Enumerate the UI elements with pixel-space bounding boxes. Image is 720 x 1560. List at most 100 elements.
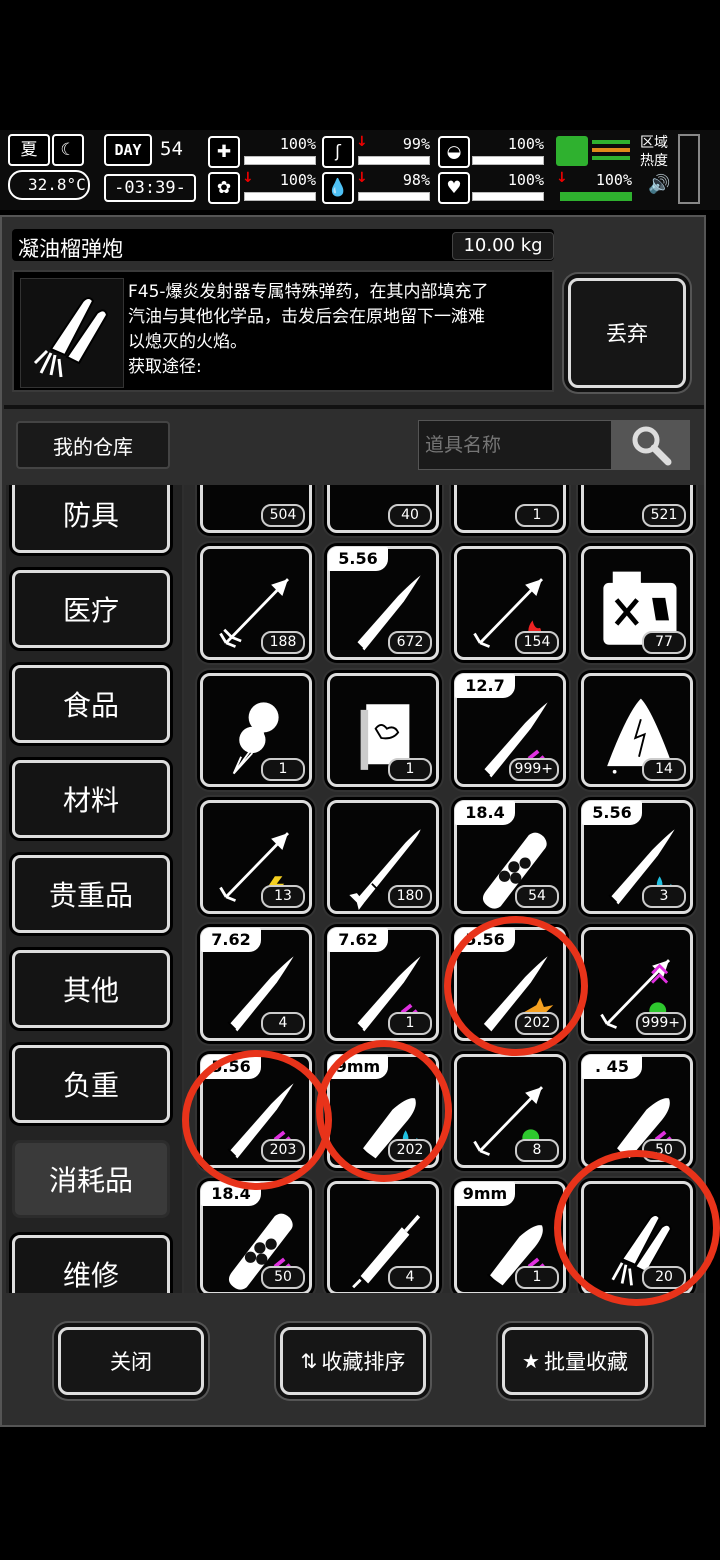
item-count-badge: 154 xyxy=(515,631,559,654)
item-count-badge: 13 xyxy=(261,885,305,908)
caliber-label: 18.4 xyxy=(201,1182,261,1206)
item-count-badge: 672 xyxy=(388,631,432,654)
inventory-slot[interactable]: 180 xyxy=(327,800,439,914)
item-count-badge: 8 xyxy=(515,1139,559,1162)
inventory-slot[interactable]: 77 xyxy=(581,546,693,660)
inventory-slot[interactable]: 8 xyxy=(454,1054,566,1168)
search-input[interactable] xyxy=(418,420,612,470)
caliber-label: . 45 xyxy=(582,1055,642,1079)
brain-bar xyxy=(244,192,316,201)
inventory-slot[interactable]: 1 xyxy=(454,485,566,533)
description-line: 以熄灭的火焰。 xyxy=(128,332,247,352)
caliber-label: 5.56 xyxy=(455,928,515,952)
inventory-slot[interactable]: 999+ xyxy=(581,927,693,1041)
category-tab[interactable]: 其他 xyxy=(12,950,170,1028)
inventory-slot[interactable]: 12.7 999+ xyxy=(454,673,566,787)
moon-icon: ☾ xyxy=(52,134,84,166)
category-tab[interactable]: 防具 xyxy=(12,485,170,553)
caliber-label: 7.62 xyxy=(201,928,261,952)
panel-divider xyxy=(4,405,704,409)
search-icon xyxy=(632,426,672,466)
grenade-rocket-icon xyxy=(33,297,109,378)
season-icon: 夏 xyxy=(8,134,50,166)
item-weight: 10.00 kg xyxy=(452,232,554,260)
item-count-badge: 999+ xyxy=(508,758,559,781)
item-count-badge: 50 xyxy=(261,1266,305,1289)
inventory-slot[interactable]: 7.62 1 xyxy=(327,927,439,1041)
item-grid[interactable]: 504 40 1 521 188 5.56 672 154 77 1 1 12.7 999+ 14 13 18… xyxy=(184,485,704,1293)
search-button[interactable] xyxy=(612,420,690,470)
inventory-slot[interactable]: 40 xyxy=(327,485,439,533)
inventory-slot[interactable]: 188 xyxy=(200,546,312,660)
inventory-slot[interactable]: 5.56 672 xyxy=(327,546,439,660)
my-warehouse-tab[interactable]: 我的仓库 xyxy=(16,421,170,469)
temperature-value: 32.8°C xyxy=(28,175,86,194)
water-bar xyxy=(358,192,430,201)
inventory-slot[interactable]: 20 xyxy=(581,1181,693,1293)
zone-heat-label: 区域 热度 xyxy=(640,135,668,169)
item-count-badge: 999+ xyxy=(635,1012,686,1035)
inventory-slot[interactable]: 504 xyxy=(200,485,312,533)
inventory-slot[interactable]: 9mm 1 xyxy=(454,1181,566,1293)
day-label: DAY xyxy=(104,134,152,166)
category-tab[interactable]: 材料 xyxy=(12,760,170,838)
heart-icon: ♥ xyxy=(438,172,470,204)
inventory-slot[interactable]: 18.4 54 xyxy=(454,800,566,914)
stamina-line-2 xyxy=(592,148,630,152)
game-clock: -03:39- xyxy=(104,174,196,202)
armor-value: 100% xyxy=(507,135,544,153)
category-list[interactable]: 防具医疗食品材料贵重品其他负重消耗品维修 xyxy=(6,485,182,1293)
close-button[interactable]: 关闭 xyxy=(58,1327,204,1395)
batch-favorite-label: 批量收藏 xyxy=(543,1350,628,1374)
inventory-slot[interactable]: 14 xyxy=(581,673,693,787)
inventory-slot[interactable]: . 45 50 xyxy=(581,1054,693,1168)
water-drop-icon: 💧 xyxy=(322,172,354,204)
inventory-slot[interactable]: 5.56 3 xyxy=(581,800,693,914)
item-count-badge: 180 xyxy=(388,885,432,908)
caliber-label: 18.4 xyxy=(455,801,515,825)
star-icon: ★ xyxy=(522,1349,540,1373)
inventory-slot[interactable]: 5.56 203 xyxy=(200,1054,312,1168)
inventory-slot[interactable]: 9mm 202 xyxy=(327,1054,439,1168)
category-tab[interactable]: 食品 xyxy=(12,665,170,743)
category-tab[interactable]: 维修 xyxy=(12,1235,170,1293)
discard-button[interactable]: 丢弃 xyxy=(568,278,686,388)
item-count-badge: 203 xyxy=(261,1139,305,1162)
item-name: 凝油榴弹炮 xyxy=(18,237,123,261)
batch-favorite-button[interactable]: ★ 批量收藏 xyxy=(502,1327,648,1395)
inventory-slot[interactable]: 7.62 4 xyxy=(200,927,312,1041)
caliber-label: 9mm xyxy=(455,1182,515,1206)
inventory-slot[interactable]: 18.4 50 xyxy=(200,1181,312,1293)
item-count-badge: 202 xyxy=(388,1139,432,1162)
category-tab[interactable]: 负重 xyxy=(12,1045,170,1123)
inventory-slot[interactable]: 521 xyxy=(581,485,693,533)
inventory-slot[interactable]: 13 xyxy=(200,800,312,914)
category-tab[interactable]: 贵重品 xyxy=(12,855,170,933)
description-line: 获取途径: xyxy=(128,357,202,377)
item-count-badge: 1 xyxy=(388,1012,432,1035)
inventory-slot[interactable]: 5.56 202 xyxy=(454,927,566,1041)
item-count-badge: 77 xyxy=(642,631,686,654)
sort-favorites-button[interactable]: ⇅ 收藏排序 xyxy=(280,1327,426,1395)
inventory-slot[interactable]: 1 xyxy=(200,673,312,787)
item-count-badge: 20 xyxy=(642,1266,686,1289)
medkit-icon: ✚ xyxy=(208,136,240,168)
category-tab[interactable]: 医疗 xyxy=(12,570,170,648)
inventory-slot[interactable]: 1 xyxy=(327,673,439,787)
heart-value: 100% xyxy=(507,171,544,189)
speaker-icon[interactable]: 🔊 xyxy=(648,174,670,195)
brain-value: 100% xyxy=(279,171,316,189)
inventory-slot[interactable]: 4 xyxy=(327,1181,439,1293)
item-count-badge: 40 xyxy=(388,504,432,527)
season-label: 夏 xyxy=(20,139,38,160)
temperature-gauge: 32.8°C xyxy=(8,170,90,200)
category-tab[interactable]: 消耗品 xyxy=(12,1140,170,1218)
water-value: 98% xyxy=(402,171,430,189)
inventory-slot[interactable]: 154 xyxy=(454,546,566,660)
item-count-badge: 202 xyxy=(515,1012,559,1035)
stamina-bar xyxy=(560,192,632,201)
heart-bar xyxy=(472,192,544,201)
item-count-badge: 4 xyxy=(388,1266,432,1289)
brain-icon: ✿ xyxy=(208,172,240,204)
sort-favorites-label: 收藏排序 xyxy=(321,1350,406,1374)
